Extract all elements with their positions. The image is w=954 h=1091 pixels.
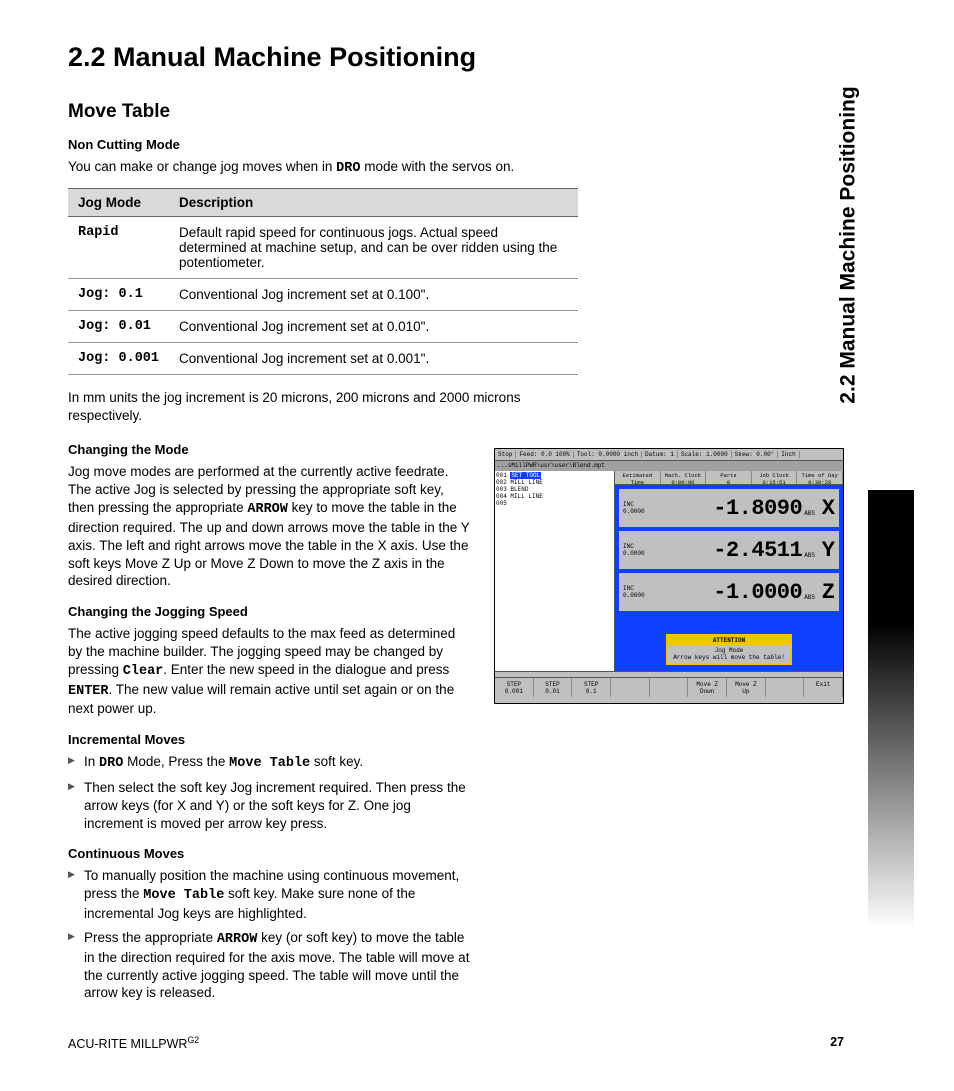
continuous-heading: Continuous Moves [68, 846, 470, 861]
page-title: 2.2 Manual Machine Positioning [68, 42, 844, 73]
list-item: To manually position the machine using c… [68, 867, 470, 922]
table-row: Jog: 0.1Conventional Jog increment set a… [68, 278, 578, 310]
changing-mode-text: Jog move modes are performed at the curr… [68, 463, 470, 590]
softkey[interactable] [611, 678, 650, 697]
softkey[interactable]: STEP0.1 [572, 678, 611, 697]
dro-z: INC0.0000 -1.0000 ABS Z [619, 573, 839, 611]
jog-mode-table: Jog Mode Description RapidDefault rapid … [68, 188, 578, 375]
units-note: In mm units the jog increment is 20 micr… [68, 389, 578, 425]
table-row: RapidDefault rapid speed for continuous … [68, 216, 578, 278]
dro-x: INC0.0000 -1.8090 ABS X [619, 489, 839, 527]
list-item: Press the appropriate ARROW key (or soft… [68, 929, 470, 1002]
th-desc: Description [169, 188, 578, 216]
gradient-bar [868, 490, 914, 930]
changing-speed-text: The active jogging speed defaults to the… [68, 625, 470, 718]
scr-topbar: Stop Feed: 0.0 100% Tool: 0.0000 inch Da… [495, 449, 843, 461]
scr-dro-area: INC0.0000 -1.8090 ABS X INC0.0000 -2.451… [615, 485, 843, 671]
incremental-heading: Incremental Moves [68, 732, 470, 747]
dro-y: INC0.0000 -2.4511 ABS Y [619, 531, 839, 569]
softkey[interactable] [766, 678, 805, 697]
move-table-heading: Move Table [68, 101, 844, 123]
scr-program-list: 001 SET TOOL 002 MILL LINE 003 BLEND 004… [495, 471, 615, 671]
scr-softkeys: STEP0.001 STEP0.01 STEP0.1 Move ZDown Mo… [495, 677, 843, 697]
non-cutting-heading: Non Cutting Mode [68, 137, 844, 152]
softkey[interactable]: Move ZUp [727, 678, 766, 697]
softkey[interactable]: STEP0.01 [534, 678, 573, 697]
th-mode: Jog Mode [68, 188, 169, 216]
scr-path: ...sMillPWR\usr\user\Blend.mpt [495, 461, 843, 471]
table-row: Jog: 0.001Conventional Jog increment set… [68, 342, 578, 374]
incremental-list: In DRO Mode, Press the Move Table soft k… [68, 753, 470, 832]
attention-box: ATTENTION Jog Mode Arrow keys will move … [666, 634, 792, 665]
continuous-list: To manually position the machine using c… [68, 867, 470, 1002]
list-item: Then select the soft key Jog increment r… [68, 779, 470, 832]
footer-product: ACU-RITE MILLPWRG2 [68, 1035, 199, 1051]
side-tab-text: 2.2 Manual Machine Positioning [837, 86, 861, 403]
softkey[interactable]: Exit [804, 678, 843, 697]
table-row: Jog: 0.01Conventional Jog increment set … [68, 310, 578, 342]
scr-timebar: Estimated Time0:00:00 Mach. Clock0:00:00… [615, 471, 843, 485]
side-tab: 2.2 Manual Machine Positioning [836, 50, 862, 440]
list-item: In DRO Mode, Press the Move Table soft k… [68, 753, 470, 773]
non-cutting-intro: You can make or change jog moves when in… [68, 158, 578, 178]
changing-mode-heading: Changing the Mode [68, 442, 470, 457]
changing-speed-heading: Changing the Jogging Speed [68, 604, 470, 619]
page-number: 27 [830, 1035, 844, 1051]
softkey[interactable]: Move ZDown [688, 678, 727, 697]
page-footer: ACU-RITE MILLPWRG2 27 [68, 1035, 844, 1051]
softkey[interactable]: STEP0.001 [495, 678, 534, 697]
dro-screenshot: Stop Feed: 0.0 100% Tool: 0.0000 inch Da… [494, 448, 844, 704]
softkey[interactable] [650, 678, 689, 697]
